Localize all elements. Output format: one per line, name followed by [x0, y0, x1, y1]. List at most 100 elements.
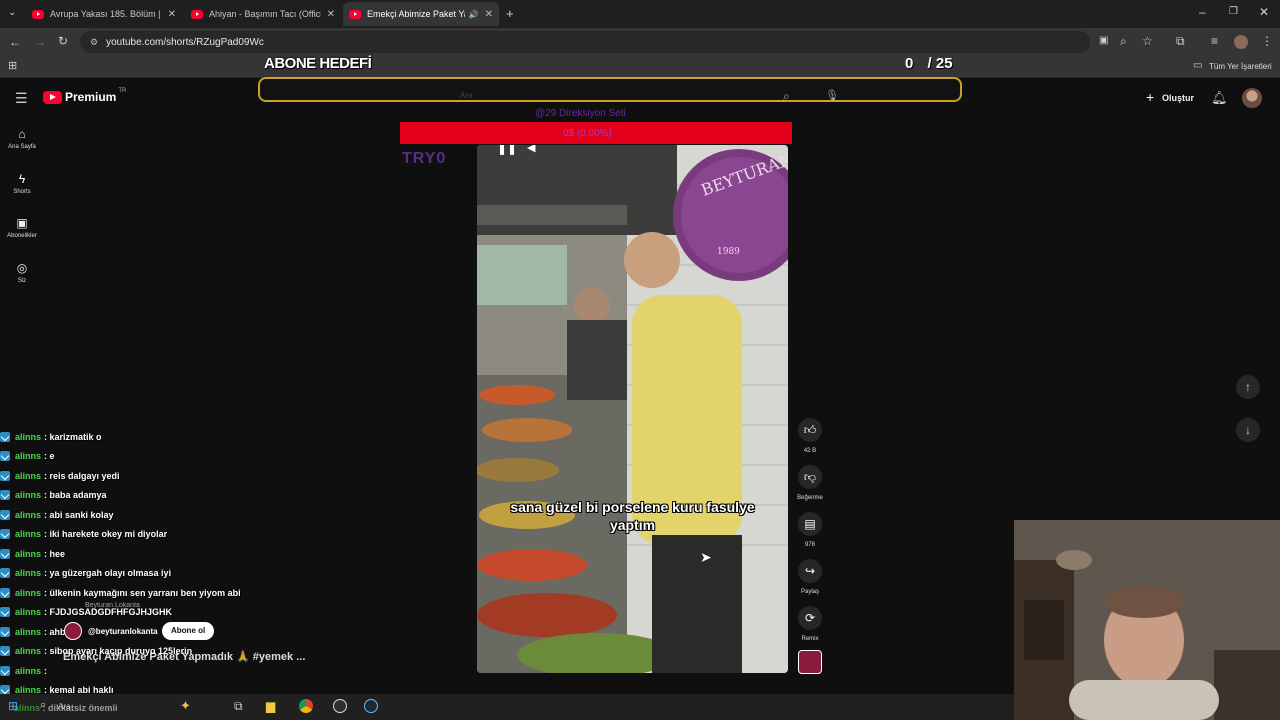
- tab-close-icon[interactable]: ✕: [327, 9, 335, 20]
- microphone-icon[interactable]: 🎙︎: [825, 89, 839, 102]
- audio-playing-icon[interactable]: 🔊: [469, 10, 479, 19]
- bookmarks-folder-icon[interactable]: ▭: [1193, 61, 1202, 71]
- goal-separator: /: [927, 55, 932, 72]
- os-taskbar: ⊞ ⌕ Ara alinns : dikkatsiz önemli ✦ ⧉ ▆: [0, 694, 1014, 720]
- chat-username: alinns: [15, 431, 42, 442]
- sidebar-item-you[interactable]: ◎ Siz: [0, 261, 44, 284]
- chat-username: alinns: [15, 606, 42, 617]
- tab-close-icon[interactable]: ✕: [168, 9, 176, 20]
- search-icon[interactable]: ⌕: [783, 89, 790, 104]
- chat-username: alinns: [15, 587, 42, 598]
- subscriber-goal-count: 0 / 25: [905, 55, 953, 72]
- short-video-player[interactable]: BEYTURAN 1989 ❚❚ ◀: [477, 145, 788, 673]
- sidebar-item-shorts[interactable]: ϟ Shorts: [0, 172, 44, 195]
- chat-text: : baba adamya: [44, 489, 107, 500]
- forward-icon[interactable]: →: [34, 36, 46, 48]
- tab-title: Emekçi Abimize Paket Yapm: [367, 9, 465, 19]
- next-short-button[interactable]: ↓: [1236, 418, 1260, 442]
- reload-icon[interactable]: ↻: [58, 35, 68, 47]
- chrome-icon[interactable]: [299, 699, 313, 713]
- chat-username: alinns: [15, 548, 42, 559]
- sidebar-item-subscriptions[interactable]: ▣ Abonelikler: [0, 216, 44, 239]
- sound-thumbnail[interactable]: [798, 650, 822, 674]
- media-control-icon[interactable]: ≡: [1211, 35, 1218, 47]
- youtube-favicon-icon: [349, 9, 361, 19]
- cast-icon[interactable]: ▣: [1099, 36, 1108, 46]
- chat-username: alinns: [15, 509, 42, 520]
- chat-text: : reis dalgayı yedi: [44, 470, 120, 481]
- browser-tab-2[interactable]: Ahiyan - Başımın Tacı (Official V ✕: [185, 2, 341, 26]
- remix-button[interactable]: ⟳: [798, 606, 822, 630]
- subscriber-goal-bar: [258, 77, 962, 102]
- short-title[interactable]: Emekçi Abimize Paket Yapmadık 🙏 #yemek .…: [63, 650, 305, 663]
- browser-tab-3-active[interactable]: Emekçi Abimize Paket Yapm 🔊 ✕: [343, 2, 499, 26]
- webcam-frame: [1014, 520, 1280, 720]
- volume-icon[interactable]: ◀: [527, 145, 535, 154]
- profile-avatar-icon[interactable]: [1234, 35, 1248, 49]
- shop-sign-year: 1989: [717, 247, 740, 257]
- location-label[interactable]: Beyturan Lokanta: [85, 602, 140, 609]
- all-bookmarks-link[interactable]: Tüm Yer İşaretleri: [1209, 62, 1272, 71]
- notifications-bell-icon[interactable]: 🔔︎: [1211, 91, 1228, 104]
- sidebar-label: Siz: [17, 278, 27, 284]
- share-label: Paylaş: [800, 589, 819, 595]
- extensions-icon[interactable]: ⧉: [1176, 35, 1185, 47]
- copilot-icon[interactable]: ✦: [180, 699, 191, 712]
- zoom-icon[interactable]: ⌕: [1120, 35, 1127, 47]
- minimize-icon[interactable]: –: [1199, 6, 1206, 18]
- bookmark-star-icon[interactable]: ☆: [1142, 35, 1153, 47]
- chat-message: alinns: iki harekete okey mi diyolar: [0, 524, 167, 543]
- new-tab-icon[interactable]: +: [506, 7, 514, 20]
- back-icon[interactable]: ←: [9, 36, 21, 48]
- browser-menu-icon[interactable]: ⋮: [1261, 35, 1273, 47]
- chat-badge-icon: [0, 431, 10, 442]
- subscribe-button[interactable]: Abone ol: [162, 622, 215, 640]
- restore-icon[interactable]: ❐: [1229, 7, 1238, 17]
- url-text: youtube.com/shorts/RZugPad09Wc: [106, 36, 264, 48]
- share-button[interactable]: ↪: [798, 559, 822, 583]
- chat-message: alinns:: [0, 661, 47, 680]
- shorts-icon: ϟ: [18, 172, 26, 186]
- chat-message: alinns: karizmatik o: [0, 427, 102, 446]
- you-icon: ◎: [16, 261, 28, 275]
- create-button[interactable]: Oluştur: [1162, 93, 1194, 103]
- chat-badge-icon: [0, 470, 10, 481]
- youtube-play-icon: [43, 90, 62, 104]
- youtube-search-input[interactable]: Ara: [460, 91, 472, 100]
- dislike-button[interactable]: 👎︎: [798, 465, 822, 489]
- tab-close-icon[interactable]: ✕: [485, 9, 493, 20]
- browser-toolbar: ← → ↻ ⚙ youtube.com/shorts/RZugPad09Wc ▣…: [0, 28, 1280, 56]
- chat-username: alinns: [15, 665, 42, 676]
- site-info-icon[interactable]: ⚙: [90, 37, 98, 48]
- chat-username: alinns: [14, 703, 41, 713]
- address-bar[interactable]: ⚙ youtube.com/shorts/RZugPad09Wc: [80, 31, 1090, 53]
- chat-username: alinns: [15, 626, 42, 637]
- chat-badge-icon: [0, 626, 10, 637]
- previous-short-button[interactable]: ↑: [1236, 375, 1260, 399]
- file-explorer-icon[interactable]: ▆: [266, 700, 275, 712]
- account-avatar[interactable]: [1242, 88, 1262, 108]
- tab-search-icon[interactable]: ⌄: [8, 8, 16, 18]
- youtube-logo[interactable]: Premium TR: [43, 88, 126, 104]
- pause-icon[interactable]: ❚❚: [497, 145, 517, 155]
- donation-progress-percent: 0$ (0.00%): [563, 128, 612, 139]
- chat-badge-icon: [0, 528, 10, 539]
- tab-title: Avrupa Yakası 185. Bölüm | HD: [50, 9, 162, 19]
- chat-badge-icon: [0, 509, 10, 520]
- chat-message: alinns: ya güzergah olayı olmasa iyi: [0, 563, 171, 582]
- task-view-icon[interactable]: ⧉: [234, 700, 243, 712]
- caption-line-1: sana güzel bi porselene kuru fasulye: [510, 499, 755, 515]
- sidebar-label: Shorts: [13, 189, 31, 195]
- chat-message: alinns: e: [0, 446, 55, 465]
- hamburger-menu-icon[interactable]: ☰: [15, 91, 28, 105]
- close-window-icon[interactable]: ✕: [1259, 6, 1269, 18]
- apps-grid-icon[interactable]: ⊞: [8, 61, 17, 72]
- channel-handle[interactable]: @beyturanlokanta: [88, 627, 158, 636]
- obs-icon[interactable]: [333, 699, 347, 713]
- steam-icon[interactable]: [364, 699, 378, 713]
- like-button[interactable]: 👍︎: [798, 418, 822, 442]
- comments-button[interactable]: ▤: [798, 512, 822, 536]
- sidebar-item-home[interactable]: ⌂ Ana Sayfa: [0, 127, 44, 150]
- browser-tab-1[interactable]: Avrupa Yakası 185. Bölüm | HD ✕: [26, 2, 182, 26]
- channel-avatar[interactable]: [64, 622, 82, 640]
